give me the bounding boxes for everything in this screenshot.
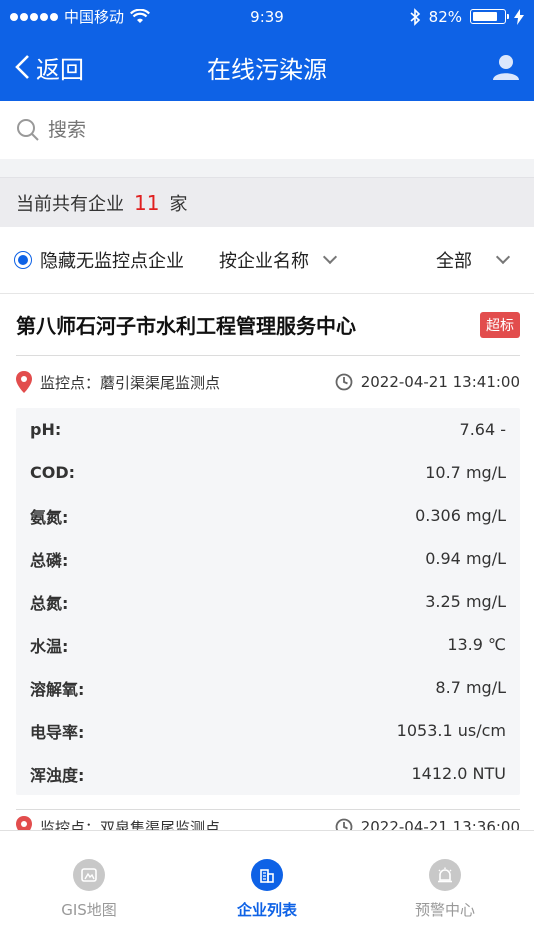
metric-key: 氨氮:	[30, 507, 69, 527]
metric-key: 浑浊度:	[30, 765, 85, 785]
chevron-down-icon	[322, 249, 338, 265]
hide-empty-label: 隐藏无监控点企业	[40, 251, 184, 272]
monitor-time-text: 2022-04-21 13:41:00	[360, 373, 520, 391]
radio-selected-icon	[14, 251, 32, 269]
battery-fill	[473, 12, 497, 21]
metric-value: 13.9 ℃	[447, 635, 506, 654]
range-label: 全部	[436, 251, 472, 272]
search-input[interactable]	[48, 119, 448, 141]
metric-value: 1412.0 NTU	[411, 764, 506, 783]
section-gap	[0, 159, 534, 177]
count-value: 11	[134, 190, 160, 215]
search-icon	[17, 119, 39, 141]
top-bar: 中国移动 9:39 82% 返回 在线污染源	[0, 0, 534, 101]
alarm-icon	[429, 859, 461, 891]
back-button[interactable]: 返回	[14, 50, 84, 85]
metric-row: 溶解氧: 8.7 mg/L	[30, 666, 506, 709]
metric-row: 总氮: 3.25 mg/L	[30, 580, 506, 623]
metric-value: 10.7 mg/L	[425, 463, 506, 482]
metric-value: 3.25 mg/L	[425, 592, 506, 611]
metric-value: 1053.1 us/cm	[396, 721, 506, 740]
tab-gis-map[interactable]: GIS地图	[0, 831, 178, 950]
tab-bar: GIS地图 企业列表 预警中心	[0, 830, 534, 950]
nav-bar: 返回 在线污染源	[0, 33, 534, 101]
battery-icon	[470, 9, 509, 24]
metric-row: 电导率: 1053.1 us/cm	[30, 709, 506, 752]
tab-label: GIS地图	[61, 901, 117, 919]
tab-enterprise-list[interactable]: 企业列表	[178, 831, 356, 950]
enterprise-card[interactable]: 第八师石河子市水利工程管理服务中心 超标 监控点：蘑引渠渠尾监测点 2022-0…	[0, 294, 534, 834]
tab-label: 预警中心	[414, 901, 475, 919]
metrics-table: pH: 7.64 - COD: 10.7 mg/L 氨氮: 0.306 mg/L 总磷: 0.…	[16, 408, 520, 795]
tab-label: 企业列表	[236, 901, 297, 919]
clock-icon	[335, 373, 353, 391]
metric-value: 0.94 mg/L	[425, 549, 506, 568]
monitor-point[interactable]: 监控点：蘑引渠渠尾监测点 2022-04-21 13:41:00	[16, 356, 520, 408]
status-bar: 中国移动 9:39 82%	[0, 0, 534, 33]
chevron-down-icon	[495, 249, 511, 265]
metric-key: 总磷:	[30, 550, 69, 570]
sort-label: 按企业名称	[219, 251, 309, 272]
metric-row: pH: 7.64 -	[30, 408, 506, 451]
map-icon	[73, 859, 105, 891]
user-button[interactable]	[492, 53, 520, 81]
tab-alert-center[interactable]: 预警中心	[356, 831, 534, 950]
building-icon	[251, 859, 283, 891]
enterprise-header: 第八师石河子市水利工程管理服务中心 超标	[16, 294, 520, 356]
search-bar	[0, 101, 534, 159]
metric-key: 溶解氧:	[30, 679, 85, 699]
count-prefix: 当前共有企业	[16, 193, 124, 215]
metric-key: pH:	[30, 420, 62, 439]
metric-key: 电导率:	[30, 722, 85, 742]
metric-row: 总磷: 0.94 mg/L	[30, 537, 506, 580]
hide-empty-toggle[interactable]: 隐藏无监控点企业	[14, 247, 184, 273]
chevron-left-icon	[15, 55, 29, 79]
metric-row: COD: 10.7 mg/L	[30, 451, 506, 494]
user-icon	[493, 55, 519, 80]
metric-row: 水温: 13.9 ℃	[30, 623, 506, 666]
metric-value: 8.7 mg/L	[435, 678, 506, 697]
count-suffix: 家	[169, 193, 188, 215]
metric-row: 浑浊度: 1412.0 NTU	[30, 752, 506, 795]
back-label: 返回	[36, 55, 84, 84]
sort-dropdown[interactable]: 按企业名称	[219, 247, 338, 273]
monitor-time: 2022-04-21 13:41:00	[335, 373, 520, 391]
app-root: 中国移动 9:39 82% 返回 在线污染源 搜索 当前共有企业 11 家 隐藏…	[0, 0, 534, 950]
enterprise-count: 当前共有企业 11 家	[0, 177, 534, 227]
filter-bar: 隐藏无监控点企业 按企业名称 全部	[0, 227, 534, 294]
monitor-label: 监控点：蘑引渠渠尾监测点	[40, 373, 221, 392]
metric-key: 总氮:	[30, 593, 69, 613]
enterprise-name: 第八师石河子市水利工程管理服务中心	[16, 314, 356, 338]
metric-value: 7.64 -	[459, 420, 506, 439]
status-time: 9:39	[250, 7, 284, 26]
metric-key: COD:	[30, 463, 76, 482]
metric-row: 氨氮: 0.306 mg/L	[30, 494, 506, 537]
location-pin-icon	[16, 371, 32, 393]
range-dropdown[interactable]: 全部	[436, 247, 511, 273]
metric-value: 0.306 mg/L	[415, 506, 506, 525]
status-badge: 超标	[480, 311, 520, 338]
metric-key: 水温:	[30, 636, 69, 656]
